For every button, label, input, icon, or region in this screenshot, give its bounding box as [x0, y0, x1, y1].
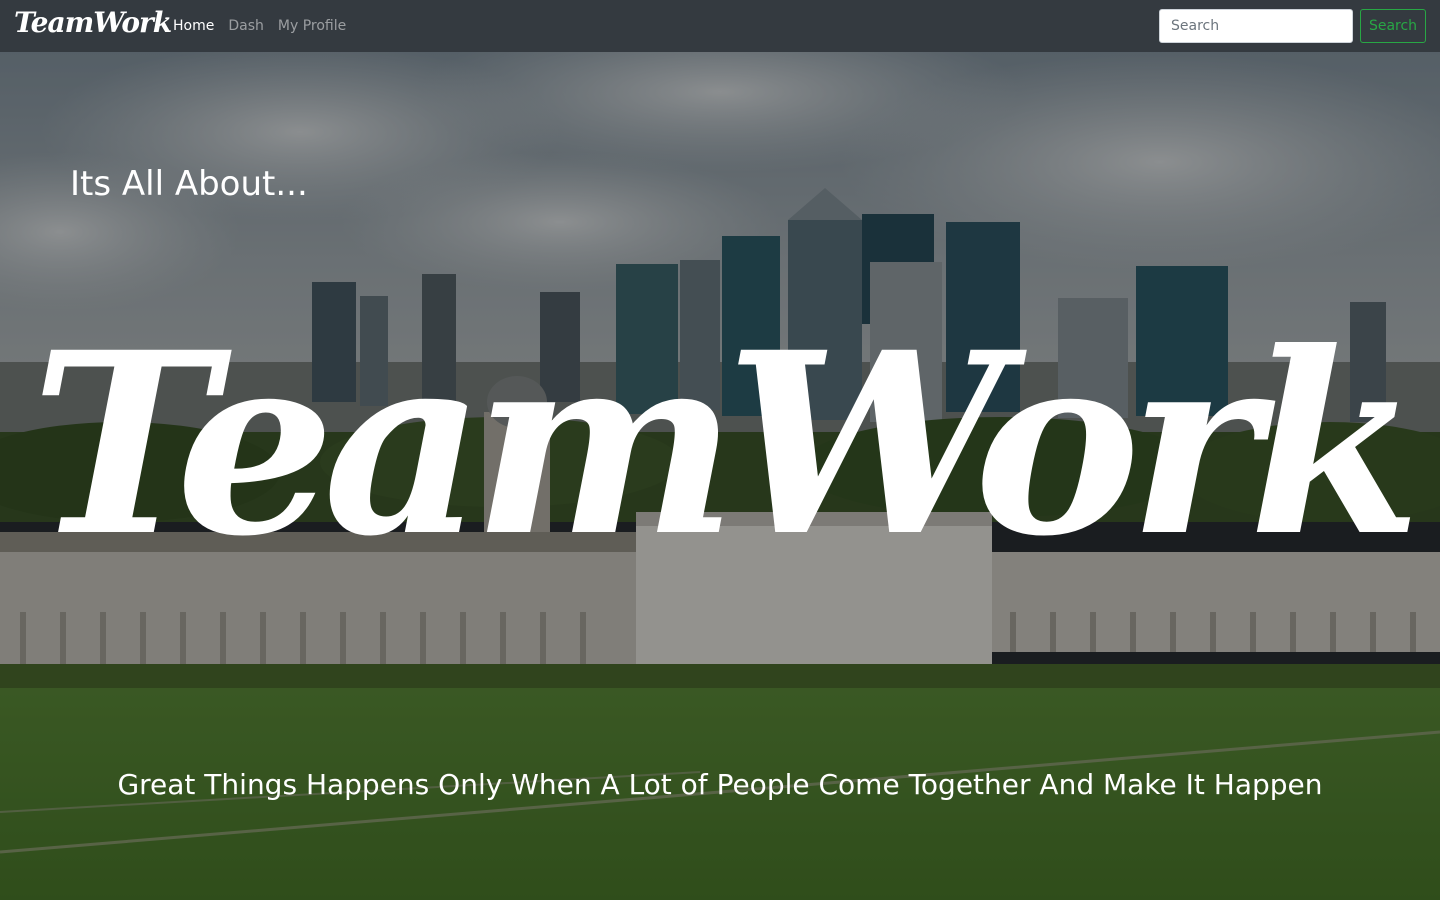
nav-link-dash[interactable]: Dash [228, 18, 264, 34]
hero-tagline: Great Things Happens Only When A Lot of … [117, 768, 1323, 801]
hero-title: TeamWork [30, 297, 1422, 591]
nav-link-my-profile[interactable]: My Profile [278, 18, 346, 34]
page: TeamWork Home Dash My Profile Search Sea… [0, 0, 1440, 900]
nav-link-home[interactable]: Home [173, 18, 214, 34]
hero-section: Its All About... TeamWork Great Things H… [0, 52, 1440, 900]
brand-logo[interactable]: TeamWork [14, 6, 172, 39]
search-button[interactable]: Search [1360, 9, 1426, 43]
search-form: Search [1159, 9, 1426, 43]
hero-subtitle: Its All About... [70, 164, 308, 204]
search-input[interactable] [1159, 9, 1353, 43]
navbar: TeamWork Home Dash My Profile Search [0, 0, 1440, 52]
nav-links: Home Dash My Profile [173, 0, 360, 52]
